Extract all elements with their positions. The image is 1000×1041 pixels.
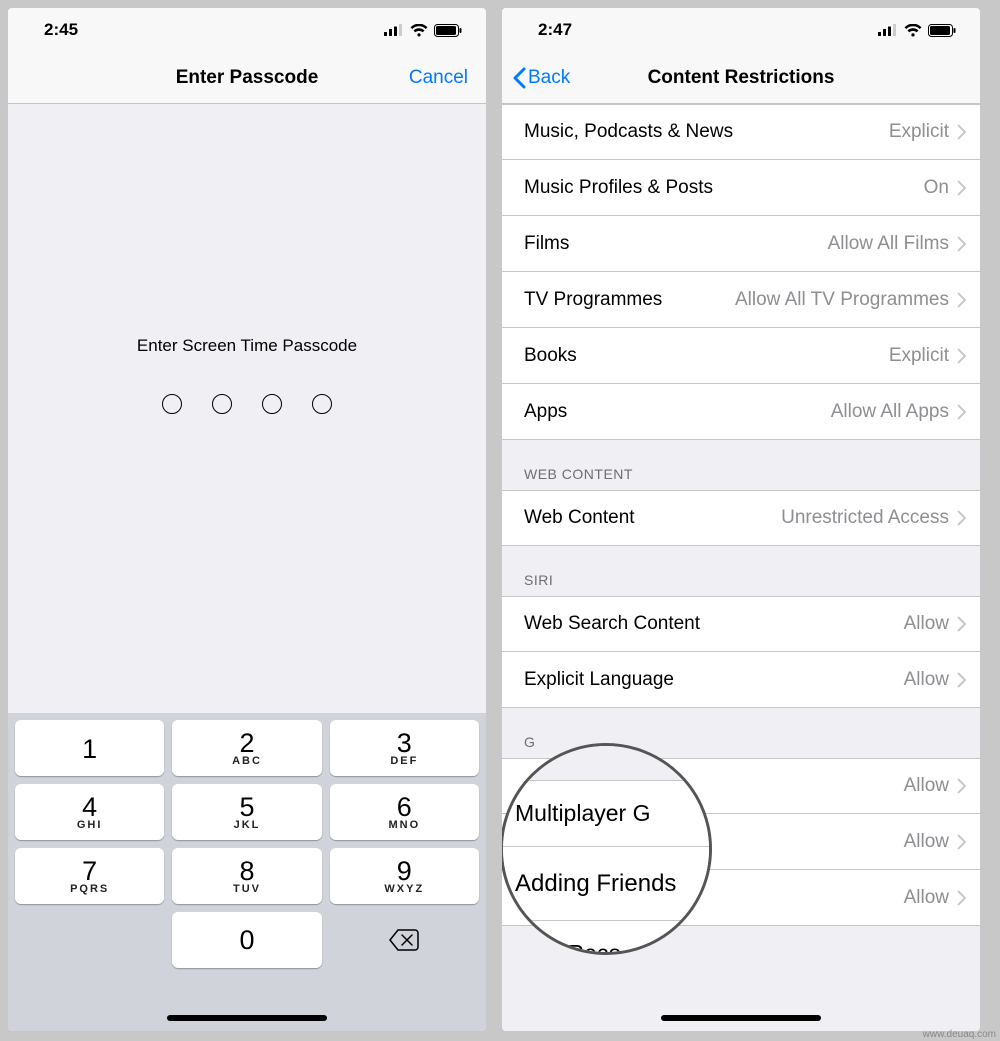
- back-button[interactable]: Back: [512, 52, 570, 103]
- status-bar: 2:47: [502, 8, 980, 52]
- key-7[interactable]: 7PQRS: [15, 848, 164, 904]
- wifi-icon: [904, 24, 922, 37]
- row-value: On: [924, 177, 949, 199]
- battery-icon: [434, 24, 462, 37]
- chevron-right-icon: [957, 348, 966, 364]
- chevron-right-icon: [957, 778, 966, 794]
- row-label: Films: [524, 233, 828, 255]
- row-value: Explicit: [889, 121, 949, 143]
- row-label: Music, Podcasts & News: [524, 121, 889, 143]
- chevron-right-icon: [957, 890, 966, 906]
- row-music-profiles-posts[interactable]: Music Profiles & Posts On: [502, 160, 980, 216]
- phone-content-restrictions: 2:47 Back Content Restrictions Music, Po…: [502, 8, 980, 1031]
- passcode-dots: [162, 394, 332, 414]
- key-1[interactable]: 1: [15, 720, 164, 776]
- section-web-content: WEB CONTENT: [502, 440, 980, 490]
- row-label: Web Content: [524, 507, 781, 529]
- row-label: Explicit Language: [524, 669, 904, 691]
- phone-passcode: 2:45 Enter Passcode Cancel Enter Screen …: [8, 8, 486, 1031]
- row-web-content[interactable]: Web Content Unrestricted Access: [502, 490, 980, 546]
- row-value: Allow: [904, 775, 949, 797]
- status-time: 2:47: [538, 20, 572, 40]
- wifi-icon: [410, 24, 428, 37]
- cancel-button[interactable]: Cancel: [409, 52, 468, 103]
- passcode-body: Enter Screen Time Passcode: [8, 104, 486, 713]
- chevron-right-icon: [957, 180, 966, 196]
- row-value: Allow All TV Programmes: [735, 289, 949, 311]
- chevron-right-icon: [957, 292, 966, 308]
- row-value: Allow All Films: [828, 233, 949, 255]
- row-web-search-content[interactable]: Web Search Content Allow: [502, 596, 980, 652]
- row-music-podcasts-news[interactable]: Music, Podcasts & News Explicit: [502, 104, 980, 160]
- nav-bar: Back Content Restrictions: [502, 52, 980, 104]
- row-value: Allow: [904, 669, 949, 691]
- status-icons: [384, 24, 462, 37]
- nav-bar: Enter Passcode Cancel: [8, 52, 486, 104]
- row-value: Allow: [904, 831, 949, 853]
- chevron-right-icon: [957, 510, 966, 526]
- status-time: 2:45: [44, 20, 78, 40]
- row-label: Apps: [524, 401, 831, 423]
- mag-section-label: [503, 746, 709, 780]
- keypad-spacer: [15, 912, 164, 968]
- mag-row-center: Adding Friends: [503, 846, 709, 920]
- row-value: Allow: [904, 887, 949, 909]
- row-label: Books: [524, 345, 889, 367]
- cellular-icon: [384, 24, 404, 36]
- battery-icon: [928, 24, 956, 37]
- row-label: Music Profiles & Posts: [524, 177, 924, 199]
- cellular-icon: [878, 24, 898, 36]
- row-value: Explicit: [889, 345, 949, 367]
- chevron-left-icon: [512, 67, 526, 89]
- key-6[interactable]: 6MNO: [330, 784, 479, 840]
- nav-title: Content Restrictions: [502, 67, 980, 89]
- row-films[interactable]: Films Allow All Films: [502, 216, 980, 272]
- row-apps[interactable]: Apps Allow All Apps: [502, 384, 980, 440]
- chevron-right-icon: [957, 672, 966, 688]
- keypad: 1 2ABC 3DEF 4GHI 5JKL 6MNO 7PQRS 8TUV 9W…: [8, 713, 486, 1031]
- status-icons: [878, 24, 956, 37]
- passcode-dot: [162, 394, 182, 414]
- passcode-prompt: Enter Screen Time Passcode: [137, 336, 357, 356]
- home-indicator[interactable]: [661, 1015, 821, 1021]
- chevron-right-icon: [957, 404, 966, 420]
- passcode-dot: [212, 394, 232, 414]
- mag-row-top: Multiplayer G: [503, 780, 709, 846]
- chevron-right-icon: [957, 236, 966, 252]
- delete-key[interactable]: [330, 912, 479, 968]
- row-value: Allow All Apps: [831, 401, 949, 423]
- key-4[interactable]: 4GHI: [15, 784, 164, 840]
- back-label: Back: [528, 67, 570, 89]
- row-value: Unrestricted Access: [781, 507, 949, 529]
- chevron-right-icon: [957, 616, 966, 632]
- key-3[interactable]: 3DEF: [330, 720, 479, 776]
- key-5[interactable]: 5JKL: [172, 784, 321, 840]
- backspace-icon: [389, 929, 419, 951]
- row-label: TV Programmes: [524, 289, 735, 311]
- section-siri: SIRI: [502, 546, 980, 596]
- magnifier-highlight: Multiplayer G Adding Friends reen Reco: [502, 743, 712, 955]
- row-value: Allow: [904, 613, 949, 635]
- passcode-dot: [312, 394, 332, 414]
- key-0[interactable]: 0: [172, 912, 321, 968]
- row-tv-programmes[interactable]: TV Programmes Allow All TV Programmes: [502, 272, 980, 328]
- watermark: www.deuaq.com: [923, 1029, 996, 1040]
- home-indicator[interactable]: [167, 1015, 327, 1021]
- row-explicit-language[interactable]: Explicit Language Allow: [502, 652, 980, 708]
- row-books[interactable]: Books Explicit: [502, 328, 980, 384]
- status-bar: 2:45: [8, 8, 486, 52]
- mag-row-bottom: reen Reco: [503, 920, 709, 955]
- passcode-dot: [262, 394, 282, 414]
- key-8[interactable]: 8TUV: [172, 848, 321, 904]
- chevron-right-icon: [957, 124, 966, 140]
- key-9[interactable]: 9WXYZ: [330, 848, 479, 904]
- chevron-right-icon: [957, 834, 966, 850]
- row-label: Web Search Content: [524, 613, 904, 635]
- key-2[interactable]: 2ABC: [172, 720, 321, 776]
